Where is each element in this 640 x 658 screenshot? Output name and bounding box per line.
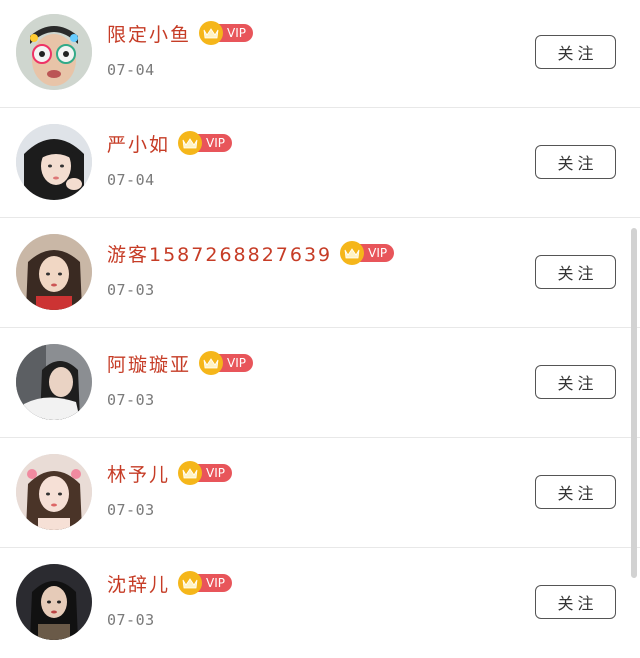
follow-button[interactable]: 关注: [535, 475, 616, 509]
list-item[interactable]: 林予儿 VIP 07-03 关注: [0, 438, 640, 548]
user-name[interactable]: 阿璇璇亚: [107, 350, 191, 377]
follow-button[interactable]: 关注: [535, 35, 616, 69]
scrollbar[interactable]: [631, 228, 637, 578]
follow-date: 07-04: [107, 171, 155, 189]
vip-badge: VIP: [199, 21, 253, 45]
follow-date: 07-04: [107, 61, 155, 79]
follow-button[interactable]: 关注: [535, 145, 616, 179]
avatar[interactable]: [16, 344, 92, 420]
user-list: 限定小鱼 VIP 07-04 关注 严小如 VIP 07-04 关注 游客158…: [0, 0, 640, 658]
user-name[interactable]: 沈辞儿: [107, 570, 170, 597]
list-item[interactable]: 游客1587268827639 VIP 07-03 关注: [0, 218, 640, 328]
follow-date: 07-03: [107, 611, 155, 629]
avatar[interactable]: [16, 234, 92, 310]
list-item[interactable]: 严小如 VIP 07-04 关注: [0, 108, 640, 218]
crown-icon: [199, 351, 224, 375]
follow-button[interactable]: 关注: [535, 255, 616, 289]
crown-icon: [178, 131, 203, 155]
crown-icon: [178, 571, 203, 595]
avatar[interactable]: [16, 124, 92, 200]
list-item[interactable]: 阿璇璇亚 VIP 07-03 关注: [0, 328, 640, 438]
vip-badge: VIP: [178, 131, 232, 155]
follow-button[interactable]: 关注: [535, 585, 616, 619]
crown-icon: [340, 241, 365, 265]
list-item[interactable]: 限定小鱼 VIP 07-04 关注: [0, 0, 640, 108]
vip-badge: VIP: [340, 241, 395, 265]
vip-badge: VIP: [199, 351, 253, 375]
user-name[interactable]: 严小如: [107, 130, 170, 157]
vip-badge: VIP: [178, 461, 232, 485]
user-name[interactable]: 林予儿: [107, 460, 170, 487]
crown-icon: [199, 21, 224, 45]
follow-date: 07-03: [107, 501, 155, 519]
crown-icon: [178, 461, 203, 485]
follow-button[interactable]: 关注: [535, 365, 616, 399]
avatar[interactable]: [16, 564, 92, 640]
follow-date: 07-03: [107, 391, 155, 409]
user-name[interactable]: 限定小鱼: [107, 20, 191, 47]
list-item[interactable]: 沈辞儿 VIP 07-03 关注: [0, 548, 640, 658]
follow-date: 07-03: [107, 281, 155, 299]
avatar[interactable]: [16, 454, 92, 530]
vip-badge: VIP: [178, 571, 232, 595]
avatar[interactable]: [16, 14, 92, 90]
user-name[interactable]: 游客1587268827639: [107, 240, 332, 267]
